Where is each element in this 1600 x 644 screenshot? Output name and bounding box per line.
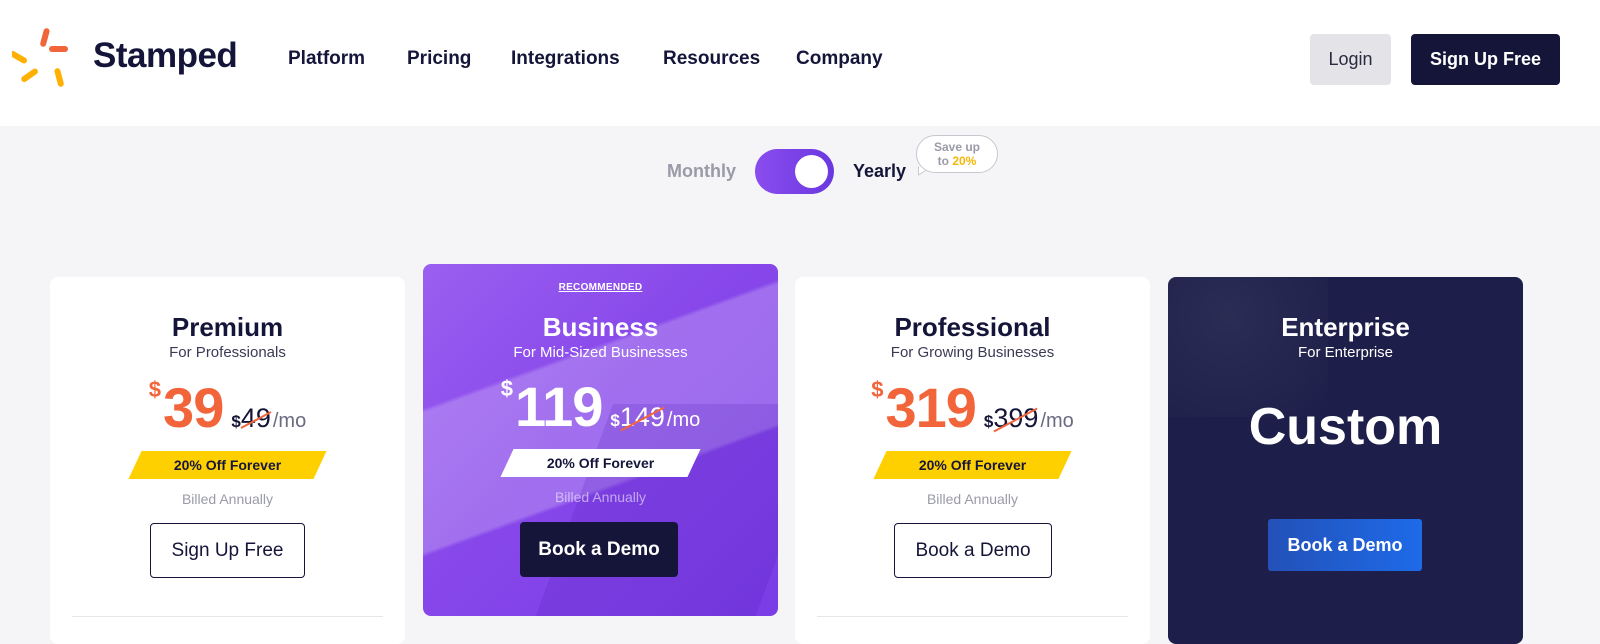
plan-card-premium: Premium For Professionals $ 39 $ 49 /mo …	[50, 277, 405, 644]
old-price: 49	[240, 403, 271, 433]
nav-resources[interactable]: Resources	[663, 48, 760, 70]
old-price-currency: $	[983, 412, 994, 431]
old-price: 399	[993, 403, 1039, 433]
nav-company[interactable]: Company	[796, 48, 883, 70]
nav-integrations[interactable]: Integrations	[511, 48, 620, 70]
signup-free-button[interactable]: Sign Up Free	[150, 523, 305, 578]
plan-name: Premium	[171, 312, 284, 342]
save-badge-line2: to 20%	[917, 154, 997, 168]
discount-ribbon: 20% Off Forever	[546, 455, 655, 471]
plan-card-business: RECOMMENDED Business For Mid-Sized Busin…	[423, 264, 778, 616]
plan-subtitle: For Enterprise	[1297, 344, 1394, 361]
discount-ribbon: 20% Off Forever	[173, 457, 282, 473]
toggle-knob	[795, 155, 828, 188]
yearly-label[interactable]: Yearly	[853, 161, 906, 182]
old-price-currency: $	[231, 412, 241, 431]
plan-card-professional: Professional For Growing Businesses $ 31…	[795, 277, 1150, 644]
billing-period-toggle[interactable]	[755, 149, 834, 194]
nav-pricing[interactable]: Pricing	[407, 48, 471, 70]
billing-note: Billed Annually	[926, 491, 1019, 507]
login-button[interactable]: Login	[1310, 34, 1391, 85]
recommended-badge: RECOMMENDED	[558, 282, 643, 293]
price-amount: 119	[515, 375, 603, 438]
price-period: /mo	[1040, 410, 1074, 432]
plan-subtitle: For Growing Businesses	[890, 344, 1055, 361]
plan-card-enterprise: Enterprise For Enterprise Custom Book a …	[1168, 277, 1523, 644]
book-demo-button[interactable]: Book a Demo	[520, 522, 678, 577]
brand-name[interactable]: Stamped	[93, 36, 238, 76]
plan-price: $ 119 $ 149 /mo	[423, 374, 778, 439]
save-badge: Save up to 20%	[916, 135, 998, 173]
price-currency: $	[871, 377, 884, 402]
book-demo-button[interactable]: Book a Demo	[894, 523, 1052, 578]
custom-price: Custom	[1248, 398, 1443, 456]
save-badge-line1: Save up	[933, 140, 981, 154]
stamped-logo-icon[interactable]	[12, 26, 82, 92]
site-header: Stamped Platform Pricing Integrations Re…	[0, 0, 1600, 126]
old-price-currency: $	[610, 411, 620, 430]
signup-button[interactable]: Sign Up Free	[1411, 34, 1560, 85]
nav-platform[interactable]: Platform	[288, 48, 365, 70]
plan-name: Business	[542, 312, 659, 342]
billing-note: Billed Annually	[554, 489, 647, 505]
price-period: /mo	[272, 410, 307, 432]
plan-subtitle: For Professionals	[169, 344, 286, 361]
plan-name: Enterprise	[1281, 312, 1410, 342]
price-currency: $	[148, 377, 162, 402]
price-amount: 319	[885, 376, 976, 439]
plan-name: Professional	[894, 312, 1051, 342]
save-badge-to: to	[937, 154, 949, 168]
card-divider	[72, 616, 383, 617]
monthly-label[interactable]: Monthly	[667, 161, 736, 182]
billing-note: Billed Annually	[181, 491, 274, 507]
plan-subtitle: For Mid-Sized Businesses	[513, 344, 688, 361]
plan-price: $ 319 $ 399 /mo	[795, 375, 1150, 440]
book-demo-button[interactable]: Book a Demo	[1268, 519, 1422, 571]
save-badge-percent: 20%	[952, 154, 977, 168]
price-period: /mo	[666, 409, 701, 431]
old-price: 149	[619, 402, 665, 432]
card-divider	[817, 616, 1128, 617]
discount-ribbon: 20% Off Forever	[918, 457, 1027, 473]
price-currency: $	[500, 376, 514, 401]
price-amount: 39	[163, 376, 224, 439]
plan-price: $ 39 $ 49 /mo	[50, 375, 405, 440]
